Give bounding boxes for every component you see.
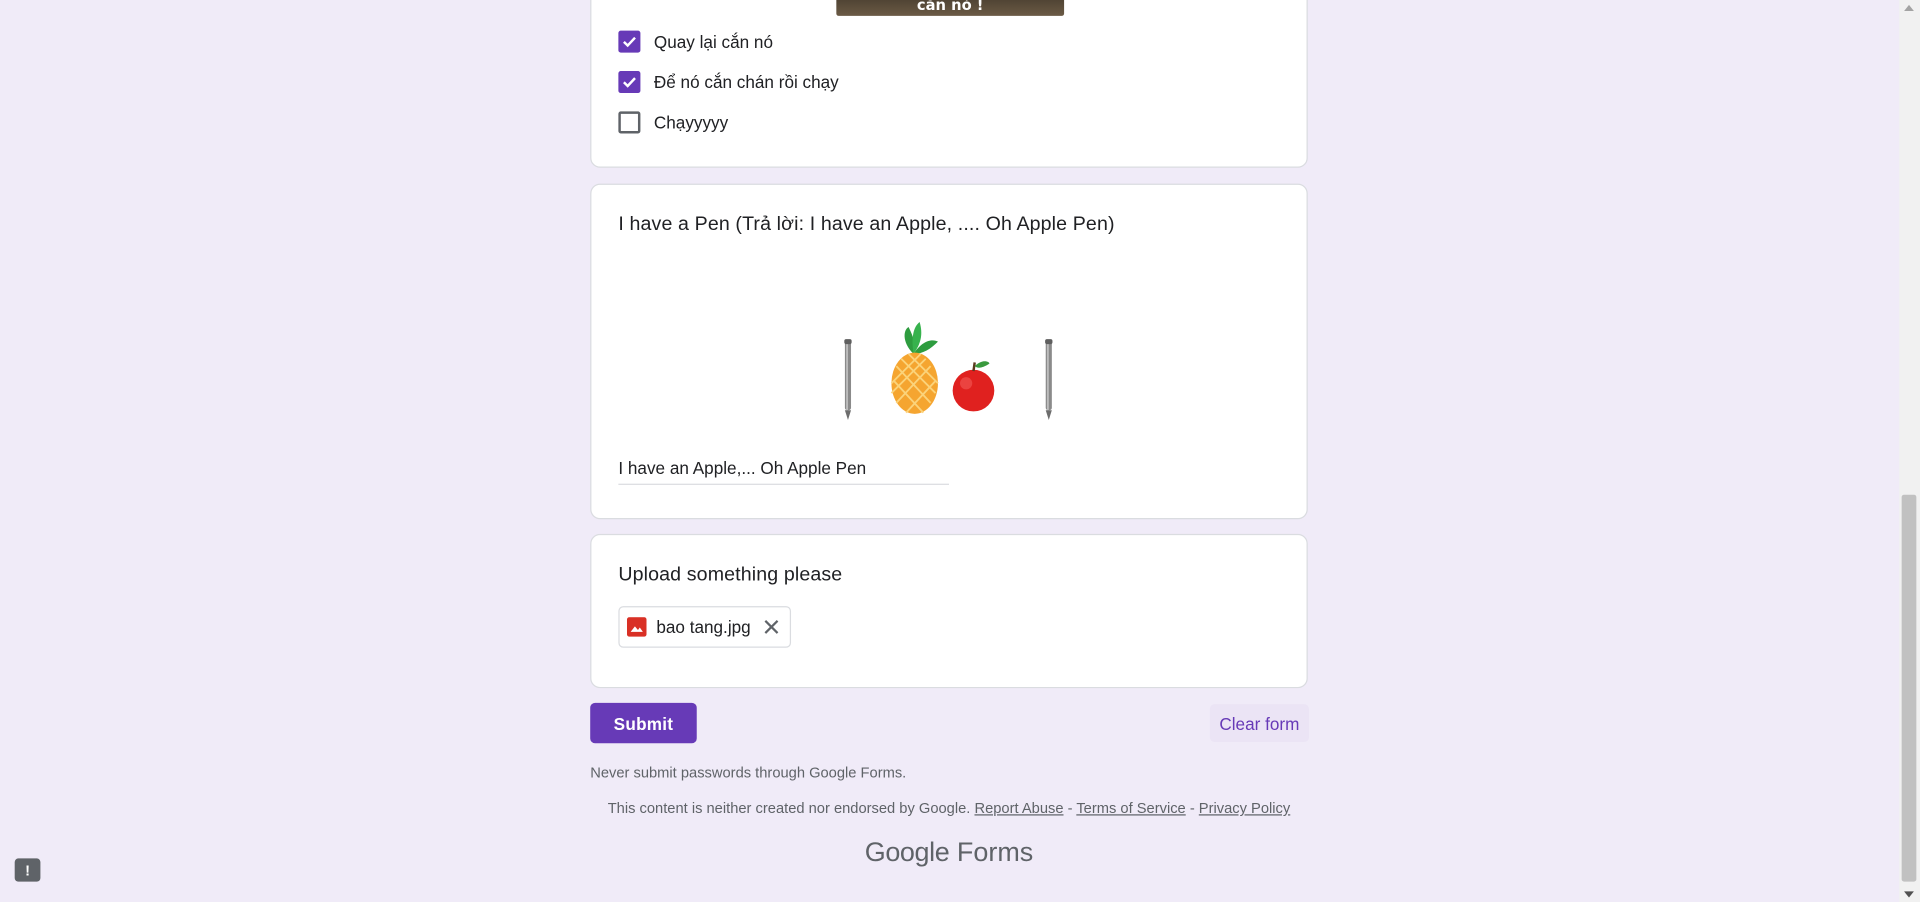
checkbox-option-3[interactable]: Chạyyyyy	[618, 109, 728, 136]
scrollbar-thumb[interactable]	[1901, 494, 1917, 882]
image-file-icon	[626, 617, 647, 637]
question-image: cắn nó !	[836, 0, 1065, 16]
submit-button[interactable]: Submit	[590, 702, 697, 744]
ppap-image	[844, 322, 1053, 421]
apple-icon	[952, 361, 995, 412]
report-abuse-link[interactable]: Report Abuse	[974, 800, 1063, 817]
checkmark-icon	[623, 77, 636, 88]
pen-icon	[1045, 339, 1053, 421]
question-title: I have a Pen (Trả lời: I have an Apple, …	[618, 214, 1115, 236]
question-image-caption: cắn nó !	[916, 0, 984, 14]
pineapple-icon	[890, 322, 939, 414]
short-answer-input[interactable]: I have an Apple,... Oh Apple Pen	[618, 457, 949, 485]
checkbox-checked[interactable]	[618, 71, 641, 94]
checkmark-icon	[623, 36, 636, 48]
uploaded-file-chip[interactable]: bao tang.jpg	[618, 606, 792, 648]
pen-icon	[844, 339, 852, 421]
upload-question-card: Upload something please bao tang.jpg	[590, 533, 1308, 689]
pen-question-card: I have a Pen (Trả lời: I have an Apple, …	[590, 183, 1308, 520]
scroll-up-arrow-icon[interactable]	[1904, 4, 1914, 12]
brand-forms: Forms	[956, 836, 1034, 867]
google-forms-logo[interactable]: Google Forms	[590, 836, 1308, 868]
checkbox-option-label: Chạyyyyy	[653, 112, 729, 133]
separator: -	[1063, 799, 1077, 817]
footer-disclaimer: This content is neither created nor endo…	[590, 800, 1308, 817]
question-title: Upload something please	[618, 564, 843, 586]
checkbox-checked[interactable]	[618, 30, 641, 53]
password-notice: Never submit passwords through Google Fo…	[590, 764, 907, 782]
checkbox-option-label: Quay lại cắn nó	[653, 31, 774, 52]
scroll-down-arrow-icon[interactable]	[1904, 891, 1914, 898]
brand-google: Google	[864, 836, 950, 867]
clear-form-button[interactable]: Clear form	[1209, 704, 1309, 743]
separator: -	[1185, 799, 1199, 817]
terms-of-service-link[interactable]: Terms of Service	[1076, 800, 1185, 817]
checkbox-option-label: Để nó cắn chán rồi chạy	[653, 72, 839, 92]
privacy-policy-link[interactable]: Privacy Policy	[1199, 800, 1290, 817]
report-feedback-icon[interactable]: !	[14, 858, 41, 882]
checkbox-question-card: cắn nó ! Quay lại cắn nó Để nó cắn chán …	[590, 0, 1308, 168]
checkbox-unchecked[interactable]	[618, 111, 641, 134]
disclaimer-text: This content is neither created nor endo…	[607, 799, 971, 817]
scrollbar[interactable]	[1899, 0, 1920, 902]
close-icon[interactable]	[763, 618, 780, 635]
file-name: bao tang.jpg	[656, 617, 751, 637]
checkbox-option-1[interactable]: Quay lại cắn nó	[618, 28, 773, 55]
form-page: cắn nó ! Quay lại cắn nó Để nó cắn chán …	[0, 0, 1920, 902]
checkbox-option-2[interactable]: Để nó cắn chán rồi chạy	[618, 69, 839, 96]
